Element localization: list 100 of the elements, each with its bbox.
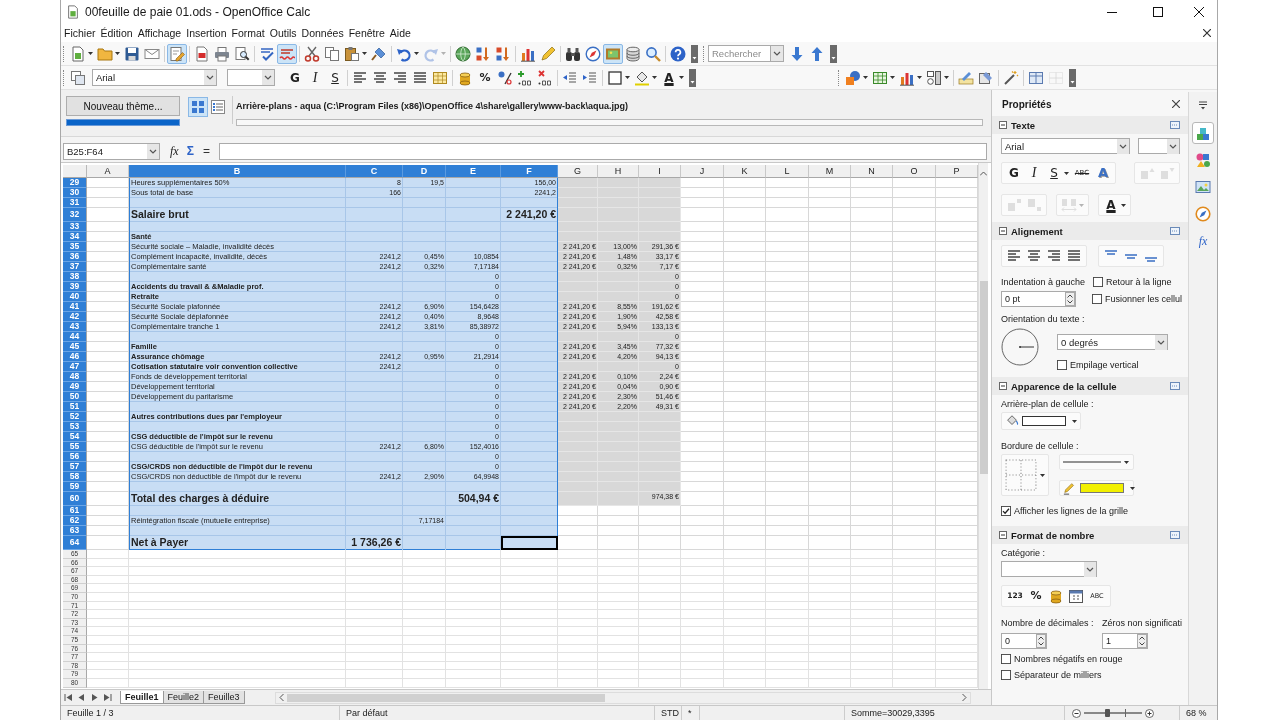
sidebar-tab[interactable] bbox=[1192, 122, 1214, 144]
column-header[interactable]: G bbox=[558, 165, 598, 178]
decimals-spin-field[interactable]: 0 bbox=[1001, 633, 1047, 649]
font-name-field[interactable]: Arial bbox=[92, 69, 217, 86]
column-header[interactable]: F bbox=[501, 165, 558, 178]
next-sheet-icon[interactable] bbox=[90, 693, 99, 702]
globe-icon[interactable] bbox=[453, 43, 473, 64]
italic-button[interactable]: I bbox=[305, 67, 325, 88]
list-view-icon[interactable] bbox=[208, 97, 228, 117]
menu-item[interactable]: Insertion bbox=[184, 26, 229, 40]
menu-item[interactable]: Affichage bbox=[135, 26, 184, 40]
collapse-icon[interactable] bbox=[999, 121, 1007, 129]
line-style-button[interactable] bbox=[1059, 454, 1134, 470]
previous-sheet-icon[interactable] bbox=[77, 693, 86, 702]
sum-button[interactable]: Σ bbox=[186, 143, 194, 159]
formula-input[interactable] bbox=[218, 142, 987, 160]
function-wizard-button[interactable]: fx bbox=[170, 143, 179, 159]
checkbox[interactable] bbox=[1093, 277, 1103, 287]
column-header[interactable]: L bbox=[766, 165, 809, 178]
menu-item[interactable]: Format bbox=[229, 26, 267, 40]
scrollbar-thumb[interactable] bbox=[979, 281, 988, 474]
row-header[interactable]: 32 bbox=[63, 208, 87, 222]
caret-icon[interactable] bbox=[625, 76, 630, 79]
toolbar-options-icon[interactable] bbox=[830, 44, 837, 63]
collapse-icon[interactable] bbox=[999, 227, 1007, 235]
column-header[interactable]: A bbox=[87, 165, 129, 178]
active-cell[interactable] bbox=[501, 536, 558, 550]
column-header[interactable]: K bbox=[724, 165, 766, 178]
sheet-tab[interactable]: Feuille3 bbox=[203, 691, 245, 704]
shadow-button[interactable]: A bbox=[1093, 163, 1113, 183]
line-color-button[interactable] bbox=[1059, 480, 1134, 496]
percent-button[interactable]: % bbox=[475, 67, 495, 88]
column-header[interactable]: E bbox=[446, 165, 501, 178]
bold-button[interactable]: G bbox=[1004, 163, 1024, 183]
checkbox[interactable] bbox=[1001, 654, 1011, 664]
menu-item[interactable]: Outils bbox=[267, 26, 299, 40]
checkbox[interactable] bbox=[1001, 506, 1011, 516]
sheet-tab[interactable]: Feuille1 bbox=[120, 691, 164, 704]
collapse-icon[interactable] bbox=[999, 531, 1007, 539]
bold-button[interactable]: G bbox=[285, 67, 305, 88]
column-header[interactable]: D bbox=[403, 165, 446, 178]
first-sheet-icon[interactable] bbox=[64, 693, 73, 702]
sidebar-tab[interactable]: fx bbox=[1192, 230, 1214, 252]
grid-view-icon[interactable] bbox=[188, 97, 208, 117]
caret-icon[interactable] bbox=[1064, 171, 1069, 175]
checkbox[interactable] bbox=[1001, 670, 1011, 680]
caret-icon[interactable] bbox=[863, 76, 868, 79]
caret-icon[interactable] bbox=[88, 52, 93, 55]
underline-button[interactable]: S bbox=[325, 67, 345, 88]
caret-icon[interactable] bbox=[1121, 203, 1126, 207]
menu-item[interactable]: Aide bbox=[387, 26, 413, 40]
sheet-tab[interactable]: Feuille2 bbox=[162, 691, 205, 704]
menu-item[interactable]: Données bbox=[299, 26, 346, 40]
caret-icon[interactable] bbox=[917, 76, 922, 79]
percent-button[interactable]: % bbox=[1026, 586, 1046, 606]
formula-button[interactable]: = bbox=[202, 143, 210, 159]
column-header[interactable]: H bbox=[598, 165, 639, 178]
toolbar-options-icon[interactable] bbox=[1069, 68, 1076, 87]
caret-icon[interactable] bbox=[414, 52, 419, 55]
more-options-icon[interactable] bbox=[1170, 531, 1180, 539]
scrollbar-thumb[interactable] bbox=[286, 693, 605, 702]
font-color-button[interactable]: A bbox=[659, 67, 679, 88]
caret-icon[interactable] bbox=[362, 52, 367, 55]
menu-item[interactable]: Fenêtre bbox=[346, 26, 387, 40]
column-header[interactable]: I bbox=[639, 165, 681, 178]
orientation-dial[interactable] bbox=[1001, 328, 1039, 366]
pencil-page-icon[interactable] bbox=[167, 43, 187, 64]
cell-reference-field[interactable]: B25:F64 bbox=[63, 142, 160, 160]
horizontal-scrollbar[interactable] bbox=[274, 691, 971, 704]
caret-icon[interactable] bbox=[679, 76, 684, 79]
wavy-underline-icon[interactable] bbox=[277, 43, 297, 64]
caret-icon[interactable] bbox=[652, 76, 657, 79]
menu-item[interactable]: Édition bbox=[98, 26, 135, 40]
slider-thumb[interactable] bbox=[1105, 709, 1111, 717]
menu-item[interactable]: Fichier bbox=[62, 26, 98, 40]
indent-spin-field[interactable]: 0 pt bbox=[1001, 291, 1076, 307]
leading-zeros-spin-field[interactable]: 1 bbox=[1102, 633, 1148, 649]
font-name-field[interactable]: Arial bbox=[1001, 138, 1130, 154]
scroll-up-icon[interactable] bbox=[980, 171, 987, 176]
font-size-field[interactable] bbox=[1138, 138, 1180, 154]
caret-icon[interactable] bbox=[944, 76, 949, 79]
category-field[interactable] bbox=[1001, 561, 1097, 577]
zoom-out-icon[interactable] bbox=[1072, 708, 1081, 718]
checkbox[interactable] bbox=[1057, 360, 1067, 370]
toolbar-options-icon[interactable] bbox=[689, 68, 696, 87]
search-field[interactable]: Rechercher bbox=[708, 45, 770, 62]
column-header[interactable]: B bbox=[129, 165, 346, 178]
collapse-icon[interactable] bbox=[999, 382, 1007, 390]
close-icon[interactable] bbox=[1203, 29, 1211, 37]
close-icon[interactable] bbox=[1172, 100, 1180, 108]
column-header[interactable]: C bbox=[346, 165, 403, 178]
column-header[interactable]: P bbox=[936, 165, 978, 178]
more-options-icon[interactable] bbox=[1170, 121, 1180, 129]
checkbox[interactable] bbox=[1092, 294, 1102, 304]
menu-icon[interactable] bbox=[1198, 100, 1208, 110]
close-icon[interactable] bbox=[1194, 7, 1204, 17]
toolbar-options-icon[interactable] bbox=[691, 44, 698, 63]
maximize-icon[interactable] bbox=[1153, 7, 1163, 17]
background-color-button[interactable] bbox=[1001, 412, 1081, 430]
italic-button[interactable]: I bbox=[1024, 163, 1044, 183]
